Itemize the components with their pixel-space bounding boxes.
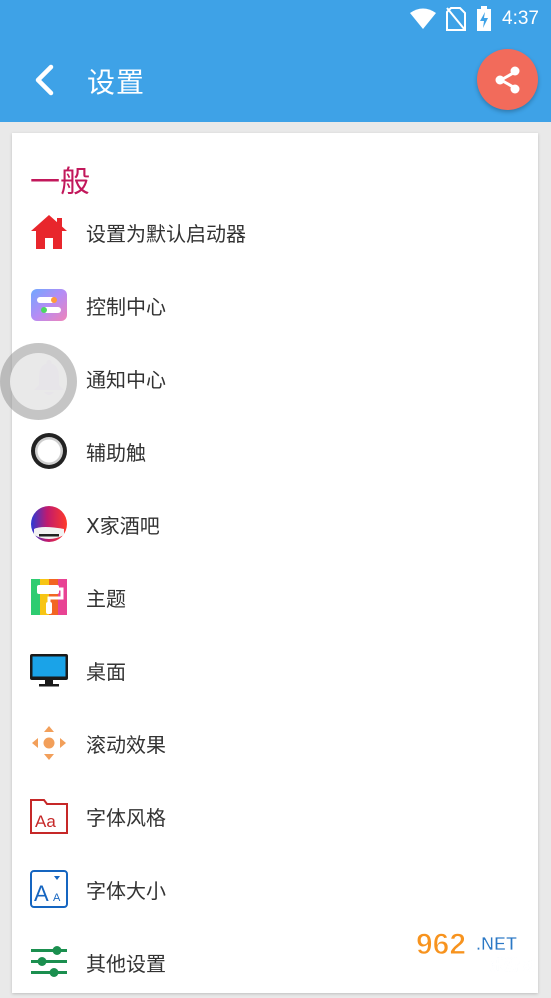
svg-text:962: 962 <box>416 928 466 961</box>
item-label: X家酒吧 <box>86 514 160 538</box>
setting-item-control-center[interactable]: 控制中心 <box>12 268 538 341</box>
scroll-effect-icon <box>30 724 68 762</box>
setting-item-theme[interactable]: 主题 <box>12 560 538 633</box>
battery-charging-icon <box>477 6 492 31</box>
setting-item-default-launcher[interactable]: 设置为默认启动器 <box>12 195 538 268</box>
item-label: 字体大小 <box>86 879 166 903</box>
desktop-monitor-icon <box>30 651 68 689</box>
x-bar-icon <box>30 505 68 543</box>
setting-item-assistive-touch[interactable]: 辅助触 <box>12 414 538 487</box>
item-label: 字体风格 <box>86 806 166 830</box>
item-label: 设置为默认启动器 <box>86 222 246 246</box>
status-time: 4:37 <box>502 8 539 29</box>
assistive-touch-icon <box>30 432 68 470</box>
item-label: 滚动效果 <box>86 733 166 757</box>
font-style-icon: Aa <box>30 797 68 835</box>
setting-item-font-style[interactable]: Aa 字体风格 <box>12 779 538 852</box>
svg-text:A: A <box>34 881 49 906</box>
back-button[interactable] <box>24 58 64 102</box>
item-label: 辅助触 <box>86 441 146 465</box>
sliders-icon <box>30 943 68 981</box>
share-icon <box>495 66 519 93</box>
item-label: 主题 <box>86 587 126 611</box>
svg-text:Aa: Aa <box>35 812 56 831</box>
status-icons: 4:37 <box>410 5 539 33</box>
item-label: 桌面 <box>86 660 126 684</box>
theme-icon <box>30 578 68 616</box>
home-icon <box>30 213 68 251</box>
item-label: 其他设置 <box>86 952 166 976</box>
setting-item-font-size[interactable]: A A 字体大小 <box>12 852 538 925</box>
share-button[interactable] <box>477 49 538 110</box>
touch-ripple <box>0 343 77 420</box>
status-bar: 4:37 <box>0 0 551 38</box>
setting-item-notification-center[interactable]: 通知中心 <box>12 341 538 414</box>
svg-text:乐游网: 乐游网 <box>490 956 535 974</box>
settings-card: 一般 设置为默认启动器 控制中心 通知中心 辅助触 X家酒吧 主题 桌面 滚动效… <box>12 133 538 993</box>
page-title: 设置 <box>87 66 146 99</box>
svg-text:.NET: .NET <box>476 934 517 954</box>
setting-item-x-bar[interactable]: X家酒吧 <box>12 487 538 560</box>
no-sim-icon <box>446 7 467 31</box>
app-bar: 设置 <box>0 38 551 122</box>
back-arrow-icon <box>35 64 54 96</box>
svg-text:A: A <box>53 892 61 904</box>
font-size-icon: A A <box>30 870 68 908</box>
setting-item-scroll-effect[interactable]: 滚动效果 <box>12 706 538 779</box>
setting-item-desktop[interactable]: 桌面 <box>12 633 538 706</box>
control-center-icon <box>30 286 68 324</box>
watermark-logo: 962 .NET 乐游网 <box>412 926 548 975</box>
item-label: 通知中心 <box>86 368 166 392</box>
wifi-icon <box>410 8 437 29</box>
item-label: 控制中心 <box>86 295 166 319</box>
